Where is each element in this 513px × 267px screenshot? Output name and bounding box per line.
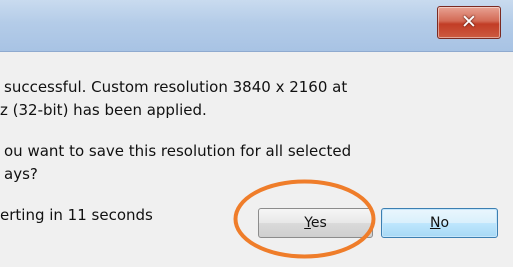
no-button[interactable]: No	[381, 208, 498, 238]
highlight-circle-annotation	[233, 179, 376, 259]
message-line-3: ou want to save this resolution for all …	[4, 142, 352, 160]
message-line-2: z (32-bit) has been applied.	[0, 101, 207, 119]
close-icon: ✕	[461, 11, 477, 33]
no-mnemonic: N	[429, 215, 441, 231]
no-label-rest: o	[440, 215, 450, 231]
message-line-4: ays?	[4, 165, 38, 183]
countdown-text: erting in 11 seconds	[0, 206, 153, 224]
dialog-titlebar: ✕	[0, 0, 513, 52]
close-button[interactable]: ✕	[437, 6, 501, 39]
message-line-1: successful. Custom resolution 3840 x 216…	[4, 78, 348, 96]
